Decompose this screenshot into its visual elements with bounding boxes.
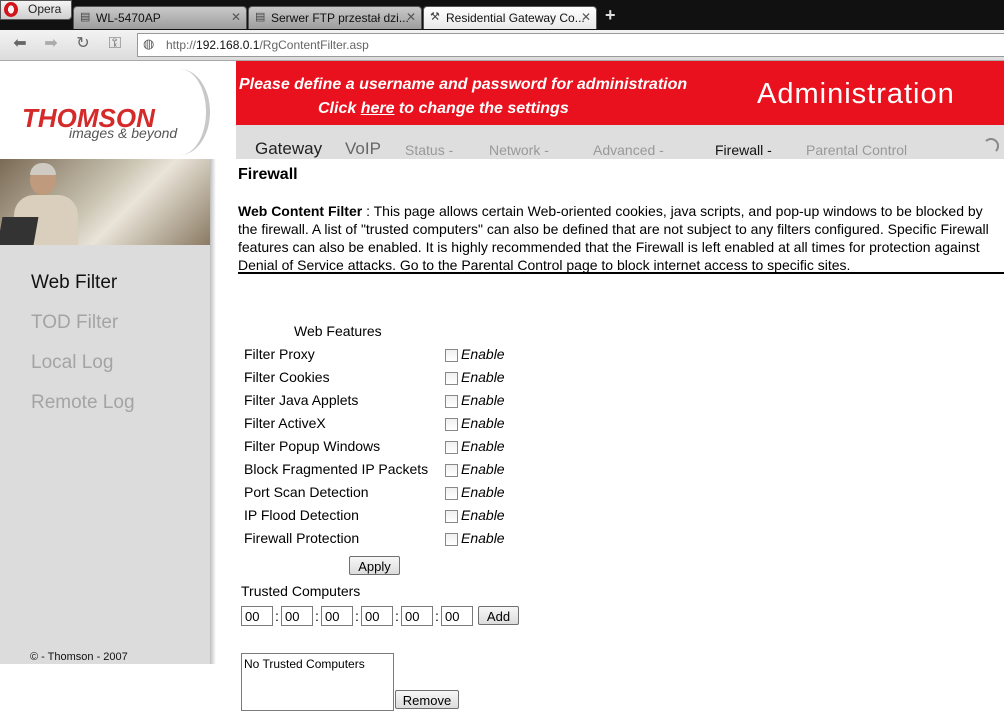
menu-item-status[interactable]: Status -: [405, 142, 453, 158]
filter-java-applets-checkbox[interactable]: [445, 395, 458, 408]
enable-label: Enable: [461, 507, 505, 523]
feature-label-block-fragmented-ip-packets: Block Fragmented IP Packets: [244, 461, 429, 477]
sidebar-item-web-filter[interactable]: Web Filter: [31, 272, 117, 294]
menu-item-network[interactable]: Network -: [489, 142, 549, 158]
close-icon[interactable]: ✕: [231, 10, 241, 24]
opera-logo-icon: [4, 2, 18, 17]
enable-label: Enable: [461, 346, 505, 362]
firewall-protection-checkbox[interactable]: [445, 533, 458, 546]
browser-tab-label: Serwer FTP przestał dzi...: [271, 11, 409, 25]
address-bar[interactable]: ◍ http://192.168.0.1/RgContentFilter.asp: [137, 33, 1004, 57]
remove-trusted-computer-button[interactable]: Remove: [395, 690, 459, 709]
menu-item-parental-control[interactable]: Parental Control: [806, 142, 907, 158]
banner-warning-line1: Please define a username and password fo…: [239, 76, 688, 93]
list-item: No Trusted Computers: [244, 657, 365, 671]
apply-button[interactable]: Apply: [349, 556, 400, 575]
forward-arrow-icon[interactable]: ➡: [41, 35, 61, 53]
new-tab-icon[interactable]: +: [605, 5, 616, 26]
browser-tab-bar: Opera ▤ WL-5470AP ✕ ▤ Serwer FTP przesta…: [0, 0, 1004, 30]
divider: [238, 272, 1004, 274]
sidebar-item-local-log[interactable]: Local Log: [31, 352, 113, 374]
add-trusted-computer-button[interactable]: Add: [478, 606, 519, 625]
filter-popup-windows-checkbox[interactable]: [445, 441, 458, 454]
sidebar-item-tod-filter[interactable]: TOD Filter: [31, 312, 118, 334]
mac-separator: :: [435, 608, 439, 624]
menu-item-advanced[interactable]: Advanced -: [593, 142, 664, 158]
browser-tab[interactable]: ▤ Serwer FTP przestał dzi... ✕: [248, 6, 422, 29]
browser-tab-label: Residential Gateway Co...: [446, 11, 585, 25]
enable-label: Enable: [461, 415, 505, 431]
enable-label: Enable: [461, 484, 505, 500]
port-scan-detection-checkbox[interactable]: [445, 487, 458, 500]
page-icon: ▤: [255, 11, 266, 23]
browser-nav-bar: ⬅ ➡ ↻ ⚿ ◍ http://192.168.0.1/RgContentFi…: [0, 30, 1004, 61]
tools-icon: ⚒: [430, 11, 440, 23]
enable-label: Enable: [461, 461, 505, 477]
mac-octet-6-input[interactable]: [441, 606, 473, 626]
loading-spinner-icon: [983, 138, 999, 154]
enable-label: Enable: [461, 438, 505, 454]
globe-icon: ◍: [143, 36, 155, 51]
feature-label-filter-java-applets: Filter Java Applets: [244, 392, 359, 408]
close-icon[interactable]: ✕: [406, 10, 416, 24]
filter-cookies-checkbox[interactable]: [445, 372, 458, 385]
trusted-computers-list[interactable]: No Trusted Computers: [241, 653, 394, 711]
address-url: http://192.168.0.1/RgContentFilter.asp: [166, 38, 369, 52]
ip-flood-detection-checkbox[interactable]: [445, 510, 458, 523]
banner-warning-line2: Click here to change the settings: [318, 100, 569, 117]
router-page: THOMSON images & beyond Please define a …: [0, 61, 1004, 713]
block-fragmented-ip-packets-checkbox[interactable]: [445, 464, 458, 477]
web-features-heading: Web Features: [294, 323, 382, 339]
menu-item-voip[interactable]: VoIP: [345, 139, 381, 159]
mac-separator: :: [315, 608, 319, 624]
mac-octet-2-input[interactable]: [281, 606, 313, 626]
trusted-computers-heading: Trusted Computers: [241, 583, 361, 599]
mac-separator: :: [395, 608, 399, 624]
feature-label-ip-flood-detection: IP Flood Detection: [244, 507, 359, 523]
mac-octet-5-input[interactable]: [401, 606, 433, 626]
menu-item-firewall[interactable]: Firewall -: [715, 142, 772, 158]
browser-tab[interactable]: ▤ WL-5470AP ✕: [73, 6, 247, 29]
feature-label-filter-cookies: Filter Cookies: [244, 369, 330, 385]
mac-separator: :: [275, 608, 279, 624]
enable-label: Enable: [461, 530, 505, 546]
key-icon[interactable]: ⚿: [105, 35, 125, 53]
browser-tab-label: WL-5470AP: [96, 11, 161, 25]
feature-label-filter-popup-windows: Filter Popup Windows: [244, 438, 381, 454]
change-settings-link[interactable]: here: [361, 100, 395, 117]
logo-tagline: images & beyond: [69, 125, 178, 141]
logo-area: THOMSON images & beyond: [0, 61, 236, 159]
feature-label-port-scan-detection: Port Scan Detection: [244, 484, 369, 500]
enable-label: Enable: [461, 369, 505, 385]
feature-label-filter-proxy: Filter Proxy: [244, 346, 315, 362]
section-title: Firewall: [238, 166, 298, 183]
filter-activex-checkbox[interactable]: [445, 418, 458, 431]
browser-tab-active[interactable]: ⚒ Residential Gateway Co... ✕: [423, 6, 597, 29]
description-heading: Web Content Filter: [238, 203, 363, 219]
feature-label-filter-activex: Filter ActiveX: [244, 415, 326, 431]
reload-icon[interactable]: ↻: [73, 35, 93, 53]
opera-menu-label: Opera: [28, 2, 62, 16]
page-title: Administration: [757, 78, 955, 110]
sidebar-item-remote-log[interactable]: Remote Log: [31, 392, 135, 414]
opera-menu-button[interactable]: Opera: [0, 0, 72, 20]
mac-separator: :: [355, 608, 359, 624]
feature-label-firewall-protection: Firewall Protection: [244, 530, 360, 546]
mac-octet-1-input[interactable]: [241, 606, 273, 626]
sidebar-divider: [210, 159, 216, 664]
menu-item-gateway[interactable]: Gateway: [255, 139, 322, 159]
filter-proxy-checkbox[interactable]: [445, 349, 458, 362]
back-arrow-icon[interactable]: ⬅: [10, 35, 30, 53]
enable-label: Enable: [461, 392, 505, 408]
mac-octet-3-input[interactable]: [321, 606, 353, 626]
page-icon: ▤: [80, 11, 91, 23]
header-photo: [0, 159, 210, 245]
close-icon[interactable]: ✕: [581, 10, 591, 24]
page-description: Web Content Filter : This page allows ce…: [238, 203, 989, 273]
copyright-text: © - Thomson - 2007: [30, 651, 128, 663]
mac-octet-4-input[interactable]: [361, 606, 393, 626]
logo-swoosh-icon: [150, 69, 210, 155]
